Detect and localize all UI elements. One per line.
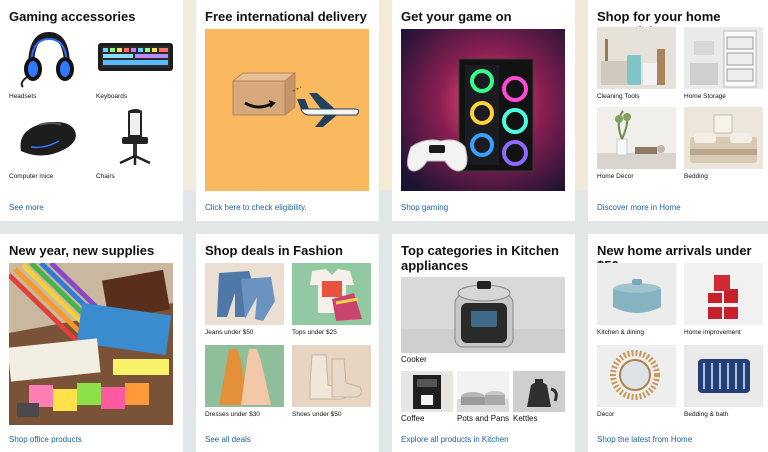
card-title: Free international delivery xyxy=(205,9,367,24)
office-supplies-image[interactable] xyxy=(9,263,173,425)
card-title: Shop deals in Fashion xyxy=(205,243,343,258)
card-fashion-deals: Shop deals in Fashion Jeans under $50 To… xyxy=(196,234,379,452)
headset-image xyxy=(9,27,88,89)
category-label: Bedding xyxy=(684,173,708,180)
shop-gaming-link[interactable]: Shop gaming xyxy=(401,203,448,212)
card-new-supplies: New year, new supplies Shop office produ… xyxy=(0,234,183,452)
coffee-image[interactable] xyxy=(401,371,453,412)
cooker-label: Cooker xyxy=(401,355,427,364)
keyboard-image xyxy=(96,27,175,89)
deal-tile[interactable]: Dresses under $30 xyxy=(205,345,284,420)
explore-kitchen-link[interactable]: Explore all products in Kitchen xyxy=(401,435,509,444)
chair-image xyxy=(96,107,175,169)
card-title: Top categories in Kitchen appliances xyxy=(401,243,559,273)
pots-and-pans-label: Pots and Pans xyxy=(457,414,510,423)
deal-label: Dresses under $30 xyxy=(205,411,260,418)
category-tile[interactable]: Home improvement xyxy=(684,263,763,338)
category-label: Computer mice xyxy=(9,173,54,180)
card-title: New year, new supplies xyxy=(9,243,155,258)
deal-label: Tops under $25 xyxy=(292,329,337,336)
shop-office-link[interactable]: Shop office products xyxy=(9,435,82,444)
card-title: Get your game on xyxy=(401,9,512,24)
kettles-image[interactable] xyxy=(513,371,565,412)
kettles-label: Kettles xyxy=(513,414,538,423)
jeans-image xyxy=(205,263,284,325)
shop-latest-home-link[interactable]: Shop the latest from Home xyxy=(597,435,692,444)
deal-tile[interactable]: Jeans under $50 xyxy=(205,263,284,338)
bedding-image xyxy=(684,107,763,169)
home-improvement-image xyxy=(684,263,763,325)
card-home-arrivals: New home arrivals under $50 Kitchen & di… xyxy=(588,234,768,452)
category-label: Chairs xyxy=(96,173,115,180)
cooker-image[interactable] xyxy=(401,277,565,353)
see-all-deals-link[interactable]: See all deals xyxy=(205,435,251,444)
shoes-image xyxy=(292,345,371,407)
mouse-image xyxy=(9,107,88,169)
category-label: Keyboards xyxy=(96,93,128,100)
cleaning-tools-image xyxy=(597,27,676,89)
category-tile[interactable]: Chairs xyxy=(96,107,175,182)
check-eligibility-link[interactable]: Click here to check eligibility. xyxy=(205,203,307,212)
bedding-bath-image xyxy=(684,345,763,407)
delivery-promo-image[interactable] xyxy=(205,29,369,191)
decor-mirror-image xyxy=(597,345,676,407)
category-tile[interactable]: Home Decor xyxy=(597,107,676,182)
category-label: Décor xyxy=(597,411,615,418)
gaming-pc-image[interactable] xyxy=(401,29,565,191)
card-get-your-game-on: Get your game on Shop gaming xyxy=(392,0,575,221)
category-tile[interactable]: Bedding & bath xyxy=(684,345,763,420)
category-label: Kitchen & dining xyxy=(597,329,644,336)
deal-tile[interactable]: Shoes under $50 xyxy=(292,345,371,420)
category-label: Bedding & bath xyxy=(684,411,729,418)
home-decor-image xyxy=(597,107,676,169)
category-label: Home Decor xyxy=(597,173,634,180)
category-tile[interactable]: Kitchen & dining xyxy=(597,263,676,338)
card-home-essentials: Shop for your home essentials Cleaning T… xyxy=(588,0,768,221)
coffee-label: Coffee xyxy=(401,414,425,423)
category-tile[interactable]: Cleaning Tools xyxy=(597,27,676,102)
category-tile[interactable]: Bedding xyxy=(684,107,763,182)
category-tile[interactable]: Computer mice xyxy=(9,107,88,182)
discover-home-link[interactable]: Discover more in Home xyxy=(597,203,681,212)
category-tile[interactable]: Décor xyxy=(597,345,676,420)
card-title: Gaming accessories xyxy=(9,9,136,24)
category-tile[interactable]: Keyboards xyxy=(96,27,175,102)
pots-and-pans-image[interactable] xyxy=(457,371,509,412)
category-tile[interactable]: Headsets xyxy=(9,27,88,102)
kitchen-dining-image xyxy=(597,263,676,325)
deal-label: Jeans under $50 xyxy=(205,329,254,336)
card-kitchen-appliances: Top categories in Kitchen appliances Coo… xyxy=(392,234,575,452)
card-free-delivery: Free international delivery Click here t… xyxy=(196,0,379,221)
deal-label: Shoes under $50 xyxy=(292,411,342,418)
dresses-image xyxy=(205,345,284,407)
category-label: Headsets xyxy=(9,93,37,100)
see-more-link[interactable]: See more xyxy=(9,203,44,212)
category-label: Home improvement xyxy=(684,329,741,336)
category-label: Home Storage xyxy=(684,93,726,100)
deal-tile[interactable]: Tops under $25 xyxy=(292,263,371,338)
category-tile[interactable]: Home Storage xyxy=(684,27,763,102)
category-label: Cleaning Tools xyxy=(597,93,640,100)
home-storage-image xyxy=(684,27,763,89)
card-gaming-accessories: Gaming accessories Headsets Keyboards Co… xyxy=(0,0,183,221)
tops-image xyxy=(292,263,371,325)
